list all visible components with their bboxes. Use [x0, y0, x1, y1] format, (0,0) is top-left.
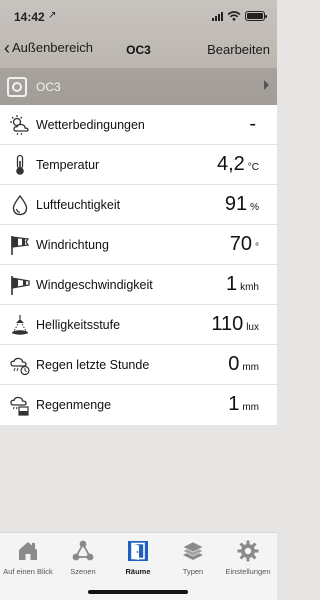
back-button[interactable]: ‹ Außenbereich [4, 37, 93, 58]
row-label: Windrichtung [36, 238, 109, 252]
list-item-brightness[interactable]: Helligkeitsstufe 110 lux [0, 305, 277, 345]
sensor-list: Wetterbedingungen - Temperatur 4,2 °C Luf… [0, 105, 277, 425]
row-unit: °C [247, 162, 259, 173]
row-value: 110 [211, 313, 244, 335]
status-icons [212, 10, 267, 22]
navigation-bar: ‹ Außenbereich OC3 Bearbeiten [0, 34, 277, 64]
wifi-icon [227, 11, 241, 21]
settings-gear-icon [237, 540, 259, 562]
row-label: Temperatur [36, 158, 100, 172]
tab-types[interactable]: Typen [165, 539, 221, 576]
row-label: Windgeschwindigkeit [36, 278, 153, 292]
row-value: 1 [225, 273, 238, 295]
tab-overview[interactable]: Auf einen Blick [0, 539, 56, 576]
row-value: - [249, 113, 256, 135]
chevron-left-icon: ‹ [4, 37, 10, 58]
row-label: Regenmenge [36, 398, 112, 412]
row-unit: kmh [240, 282, 259, 293]
row-label: Regen letzte Stunde [36, 358, 150, 372]
battery-icon [245, 11, 267, 21]
tab-label: Räume [125, 567, 151, 576]
room-device-icon [7, 76, 27, 97]
location-arrow-icon: ↗ [48, 10, 57, 21]
row-label: Luftfeuchtigkeit [36, 198, 121, 212]
status-bar: 14:42 ↗ [0, 0, 277, 34]
room-selector[interactable]: OC3 [0, 68, 277, 105]
list-item-temperature[interactable]: Temperatur 4,2 °C [0, 145, 277, 185]
wind-direction-icon [11, 236, 30, 255]
list-item-weather[interactable]: Wetterbedingungen - [0, 105, 277, 145]
tab-scenes[interactable]: Szenen [55, 539, 111, 576]
status-time: 14:42 [14, 10, 45, 24]
brightness-lamp-icon [12, 315, 28, 335]
row-value: 1 [228, 393, 240, 415]
chevron-right-icon [264, 80, 269, 90]
row-unit: mm [242, 362, 259, 373]
humidity-drop-icon [12, 194, 28, 216]
rooms-icon [128, 541, 148, 561]
tab-settings[interactable]: Einstellungen [220, 539, 276, 576]
home-icon [19, 542, 37, 560]
header-background: 14:42 ↗ ‹ Außenbereich OC3 Bearbeiten OC… [0, 0, 277, 105]
rain-hour-icon [10, 357, 30, 376]
row-unit: ° [255, 242, 259, 253]
list-item-wind-direction[interactable]: Windrichtung 70 ° [0, 225, 277, 265]
windsock-icon [11, 276, 30, 295]
row-unit: mm [242, 402, 259, 413]
scenes-icon [72, 540, 94, 561]
edit-button[interactable]: Bearbeiten [207, 42, 270, 57]
types-icon [182, 541, 204, 560]
cellular-signal-icon [212, 11, 223, 21]
row-value: 91 [224, 193, 248, 215]
list-item-wind-speed[interactable]: Windgeschwindigkeit 1 kmh [0, 265, 277, 305]
row-value: 70 [229, 233, 252, 255]
row-value: 4,2 [216, 153, 245, 175]
list-item-rain-last-hour[interactable]: Regen letzte Stunde 0 mm [0, 345, 277, 385]
thermometer-icon [16, 154, 24, 175]
tab-label: Typen [182, 567, 204, 576]
row-unit: lux [246, 322, 259, 333]
list-item-rain-amount[interactable]: Regenmenge 1 mm [0, 385, 277, 425]
rain-amount-icon [10, 396, 29, 416]
room-label: OC3 [36, 79, 61, 94]
back-label: Außenbereich [12, 40, 93, 55]
tab-rooms[interactable]: Räume [110, 539, 166, 576]
home-indicator [88, 590, 188, 594]
weather-icon [10, 115, 29, 136]
tab-label: Auf einen Blick [3, 567, 53, 576]
list-item-humidity[interactable]: Luftfeuchtigkeit 91% [0, 185, 277, 225]
tab-label: Einstellungen [225, 567, 271, 576]
tab-label: Szenen [70, 567, 96, 576]
row-value: 0 [228, 353, 240, 375]
row-label: Wetterbedingungen [36, 118, 145, 132]
row-unit: % [250, 202, 259, 213]
row-label: Helligkeitsstufe [36, 318, 121, 332]
